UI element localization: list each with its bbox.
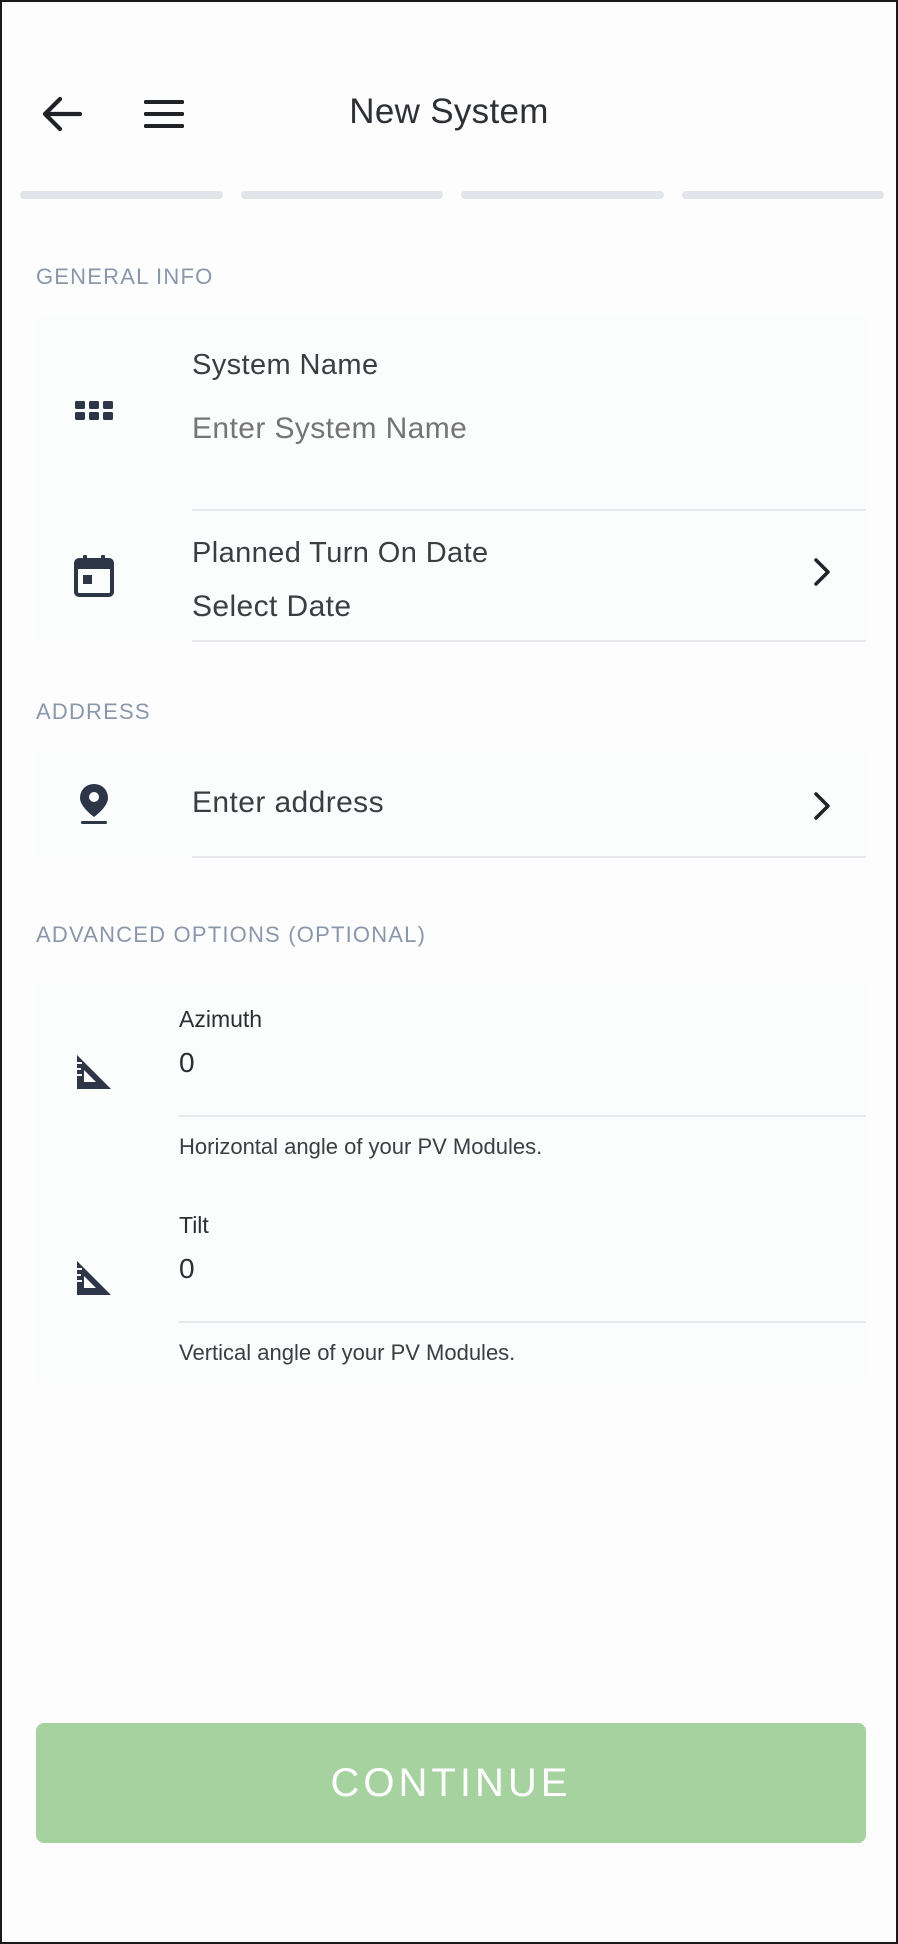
set-square-icon [74, 1258, 114, 1298]
turn-on-date-value: Select Date [192, 590, 352, 623]
system-name-underline [192, 509, 866, 511]
set-square-icon [74, 1052, 114, 1092]
step-progress-bar [20, 191, 884, 199]
tilt-help-text: Vertical angle of your PV Modules. [179, 1340, 516, 1365]
address-row[interactable]: Enter address [36, 752, 866, 858]
progress-step-3 [461, 191, 664, 199]
calendar-icon [74, 555, 114, 597]
address-value: Enter address [192, 786, 384, 819]
tilt-input[interactable]: 0 [179, 1253, 195, 1285]
app-header: New System [2, 2, 896, 192]
turn-on-date-label: Planned Turn On Date [192, 537, 489, 569]
system-name-label: System Name [192, 349, 379, 381]
progress-step-4 [681, 191, 884, 199]
system-name-input[interactable] [192, 412, 752, 446]
map-pin-icon [74, 784, 114, 824]
chevron-right-icon [802, 786, 842, 826]
tilt-label: Tilt [179, 1212, 209, 1238]
progress-step-1 [20, 191, 223, 199]
advanced-options-card: Azimuth 0 Horizontal angle of your PV Mo… [36, 982, 866, 1382]
page-title: New System [349, 92, 549, 131]
progress-step-2 [240, 191, 443, 199]
section-label-address: ADDRESS [36, 699, 151, 724]
azimuth-label: Azimuth [179, 1006, 263, 1032]
chevron-right-icon [802, 552, 842, 592]
app-screen: New System GENERAL INFO System Name Ente… [0, 0, 898, 1944]
section-label-general-info: GENERAL INFO [36, 264, 214, 289]
section-label-advanced-options: ADVANCED OPTIONS (OPTIONAL) [36, 922, 427, 947]
grid-icon [74, 396, 114, 436]
continue-button[interactable]: CONTINUE [36, 1723, 866, 1843]
turn-on-date-underline [192, 640, 866, 642]
turn-on-date-row[interactable]: Planned Turn On Date Select Date [36, 516, 866, 642]
tilt-underline [179, 1321, 866, 1323]
general-info-card: System Name Planned Turn On Date Select … [36, 316, 866, 642]
azimuth-underline [179, 1115, 866, 1117]
azimuth-input[interactable]: 0 [179, 1047, 195, 1079]
azimuth-help-text: Horizontal angle of your PV Modules. [179, 1134, 543, 1159]
address-underline [192, 856, 866, 858]
